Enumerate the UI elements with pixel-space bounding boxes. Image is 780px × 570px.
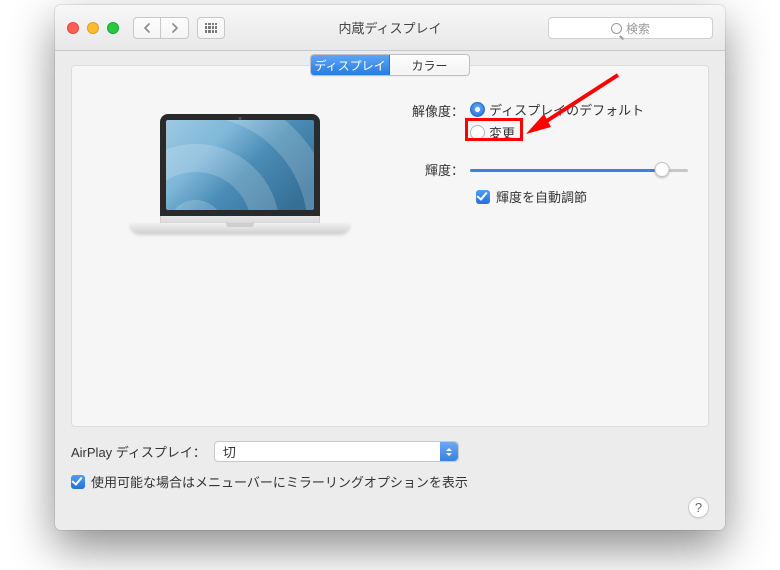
- brightness-label: 輝度：: [396, 160, 470, 179]
- airplay-label: AirPlay ディスプレイ：: [71, 442, 206, 461]
- mirroring-label: 使用可能な場合はメニューバーにミラーリングオプションを表示: [91, 472, 468, 491]
- nav-back-forward: [133, 17, 189, 39]
- help-glyph: ?: [695, 500, 702, 515]
- close-icon[interactable]: [67, 22, 79, 34]
- preferences-window: 内蔵ディスプレイ 検索 ディスプレイ カラー 解像度：: [55, 5, 725, 530]
- resolution-row: 解像度： ディスプレイのデフォルト 変更: [396, 100, 688, 142]
- grid-icon: [205, 23, 217, 33]
- resolution-scaled-text: 変更: [489, 123, 515, 142]
- laptop-screen-icon: [160, 114, 320, 216]
- radio-unselected-icon: [470, 125, 485, 140]
- checkbox-checked-icon: [476, 190, 490, 204]
- checkbox-checked-icon: [71, 475, 85, 489]
- bottom-controls: AirPlay ディスプレイ： 切 使用可能な場合はメニューバーにミラーリングオ…: [71, 441, 709, 491]
- search-placeholder: 検索: [626, 20, 650, 37]
- slider-knob-icon: [654, 162, 669, 177]
- show-all-button[interactable]: [197, 17, 225, 39]
- airplay-value: 切: [223, 442, 236, 461]
- display-form: 解像度： ディスプレイのデフォルト 変更 輝度：: [396, 100, 688, 206]
- resolution-scaled-radio[interactable]: 変更: [470, 123, 644, 142]
- auto-brightness-label: 輝度を自動調節: [496, 187, 587, 206]
- minimize-icon[interactable]: [87, 22, 99, 34]
- brightness-slider[interactable]: [470, 162, 688, 178]
- content-area: ディスプレイ カラー 解像度： ディスプレイのデフォルト: [55, 51, 725, 503]
- window-controls: [67, 22, 119, 34]
- search-input[interactable]: 検索: [548, 17, 713, 39]
- tab-group: ディスプレイ カラー: [310, 54, 470, 76]
- airplay-select[interactable]: 切: [214, 441, 459, 462]
- resolution-default-text: ディスプレイのデフォルト: [489, 100, 644, 119]
- display-preview: [130, 114, 350, 233]
- airplay-row: AirPlay ディスプレイ： 切: [71, 441, 709, 462]
- chevron-right-icon: [171, 23, 179, 33]
- tab-display[interactable]: ディスプレイ: [311, 55, 390, 75]
- radio-selected-icon: [470, 102, 485, 117]
- chevron-left-icon: [143, 23, 151, 33]
- settings-panel: ディスプレイ カラー 解像度： ディスプレイのデフォルト: [71, 65, 709, 427]
- tab-color[interactable]: カラー: [390, 55, 469, 75]
- titlebar: 内蔵ディスプレイ 検索: [55, 5, 725, 51]
- search-icon: [611, 23, 622, 34]
- forward-button[interactable]: [161, 17, 189, 39]
- resolution-default-radio[interactable]: ディスプレイのデフォルト: [470, 100, 644, 119]
- help-button[interactable]: ?: [688, 497, 709, 518]
- auto-brightness-row[interactable]: 輝度を自動調節: [476, 187, 688, 206]
- select-stepper-icon: [440, 442, 458, 461]
- mirroring-checkbox-row[interactable]: 使用可能な場合はメニューバーにミラーリングオプションを表示: [71, 472, 709, 491]
- zoom-icon[interactable]: [107, 22, 119, 34]
- brightness-row: 輝度：: [396, 160, 688, 179]
- resolution-label: 解像度：: [396, 100, 470, 120]
- back-button[interactable]: [133, 17, 161, 39]
